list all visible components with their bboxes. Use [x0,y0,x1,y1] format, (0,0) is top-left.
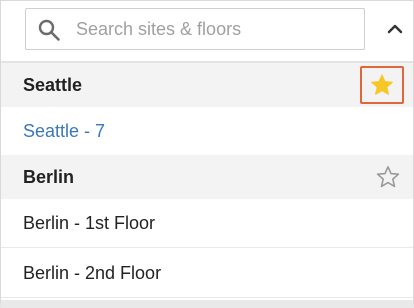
floor-name: Berlin - 1st Floor [23,212,156,233]
search-box[interactable] [25,8,365,50]
floor-row-berlin-1st[interactable]: Berlin - 1st Floor [1,199,413,248]
search-bar [1,1,413,63]
floor-name: Seattle - 7 [23,120,106,141]
favorite-toggle-berlin[interactable] [375,164,401,190]
search-icon [38,19,60,41]
floor-row-berlin-2nd[interactable]: Berlin - 2nd Floor [1,249,413,298]
site-name: Seattle [23,74,83,95]
star-outline-icon [376,165,400,188]
site-row-berlin[interactable]: Berlin [1,155,413,199]
collapse-button[interactable] [381,15,409,43]
site-name: Berlin [23,166,75,187]
floor-name: Berlin - 2nd Floor [23,262,162,283]
site-floor-picker: Seattle Seattle - 7 Berlin Berlin - 1st … [0,0,414,308]
chevron-up-icon [387,24,403,34]
favorite-toggle-seattle[interactable] [360,66,404,104]
floor-row-seattle-7[interactable]: Seattle - 7 [1,107,413,156]
site-row-seattle[interactable]: Seattle [1,63,413,107]
search-input[interactable] [76,9,356,49]
star-filled-icon [371,74,393,95]
